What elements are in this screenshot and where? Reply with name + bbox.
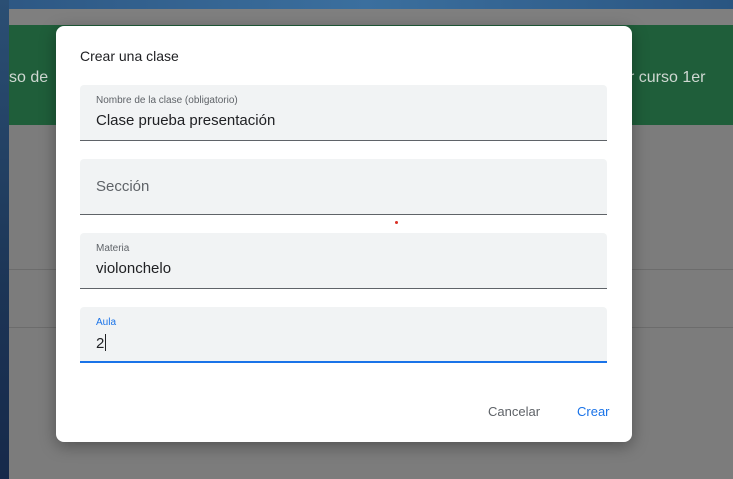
banner-text-right: r curso 1er [629,69,706,86]
section-placeholder: Sección [96,178,150,195]
room-field[interactable]: Aula 2 [80,307,607,363]
desktop-background-top [0,0,733,9]
class-name-value: Clase prueba presentación [96,112,276,129]
required-marker-dot [395,221,398,224]
subject-value: violonchelo [96,260,172,277]
desktop-background-left [0,0,9,479]
room-value-wrapper: 2 [96,334,107,352]
classroom-header-area [9,9,733,25]
class-name-field[interactable]: Nombre de la clase (obligatorio) Clase p… [80,85,607,141]
class-name-label: Nombre de la clase (obligatorio) [96,95,238,106]
section-field[interactable]: Sección [80,159,607,215]
create-class-dialog: Crear una clase Nombre de la clase (obli… [56,26,632,442]
room-value: 2 [96,335,105,352]
subject-field[interactable]: Materia violonchelo [80,233,607,289]
create-button[interactable]: Crear [575,400,612,423]
screen: so de r curso 1er Crear una clase Nombre… [0,0,733,479]
room-label: Aula [96,317,117,328]
banner-text-left: so de [9,69,49,86]
subject-label: Materia [96,243,130,254]
cancel-button[interactable]: Cancelar [486,400,542,423]
text-cursor [105,334,107,351]
dialog-title: Crear una clase [80,48,179,64]
